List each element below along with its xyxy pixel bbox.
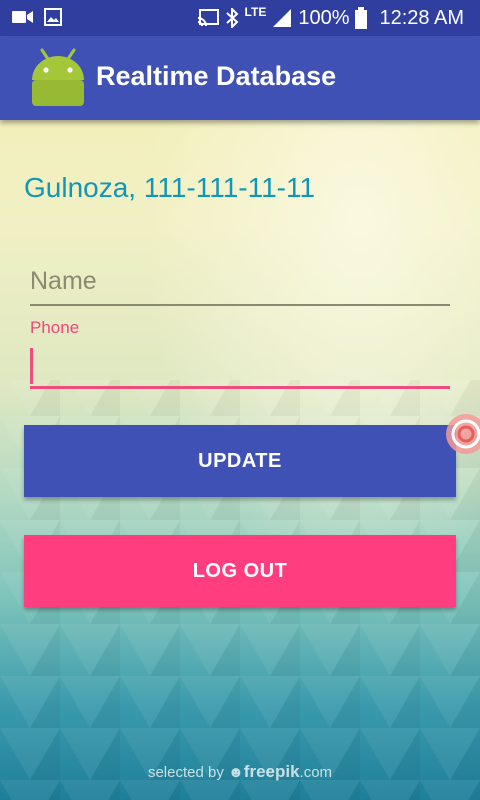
name-field[interactable]: [30, 262, 450, 306]
update-button[interactable]: UPDATE: [24, 425, 456, 497]
freepik-logo-icon: ☻: [228, 764, 244, 781]
network-type-label: LTE: [244, 5, 267, 19]
background-image: [0, 0, 480, 800]
watermark-suffix: .com: [299, 764, 333, 781]
logout-button[interactable]: LOG OUT: [24, 535, 456, 607]
image-icon: [44, 8, 62, 26]
bluetooth-icon: [225, 8, 238, 28]
watermark-prefix: selected by: [147, 764, 224, 781]
status-bar: LTE 100% 12:28 AM: [0, 0, 480, 36]
signal-icon: [273, 9, 292, 27]
video-icon: [12, 11, 33, 23]
freepik-watermark: selected by ☻freepik.com: [0, 762, 480, 782]
app-screen: LTE 100% 12:28 AM Realtime Database Guln…: [0, 0, 480, 800]
watermark-brand: freepik: [243, 762, 300, 781]
phone-input[interactable]: [36, 346, 450, 386]
app-bar: Realtime Database: [0, 36, 480, 120]
battery-percent: 100%: [298, 7, 350, 29]
status-notifications: [12, 8, 62, 26]
name-input[interactable]: [30, 262, 450, 300]
status-system: LTE 100% 12:28 AM: [197, 5, 464, 31]
android-icon: [32, 48, 84, 106]
cast-icon: [197, 9, 219, 27]
user-info-text: Gulnoza, 111-111-11-11: [24, 172, 316, 203]
app-title: Realtime Database: [96, 61, 337, 91]
text-cursor: [30, 348, 33, 384]
phone-field[interactable]: [30, 346, 450, 389]
battery-icon: [355, 7, 368, 29]
phone-label: Phone: [30, 318, 80, 337]
status-time: 12:28 AM: [379, 7, 464, 29]
touch-indicator-icon[interactable]: [444, 412, 480, 456]
